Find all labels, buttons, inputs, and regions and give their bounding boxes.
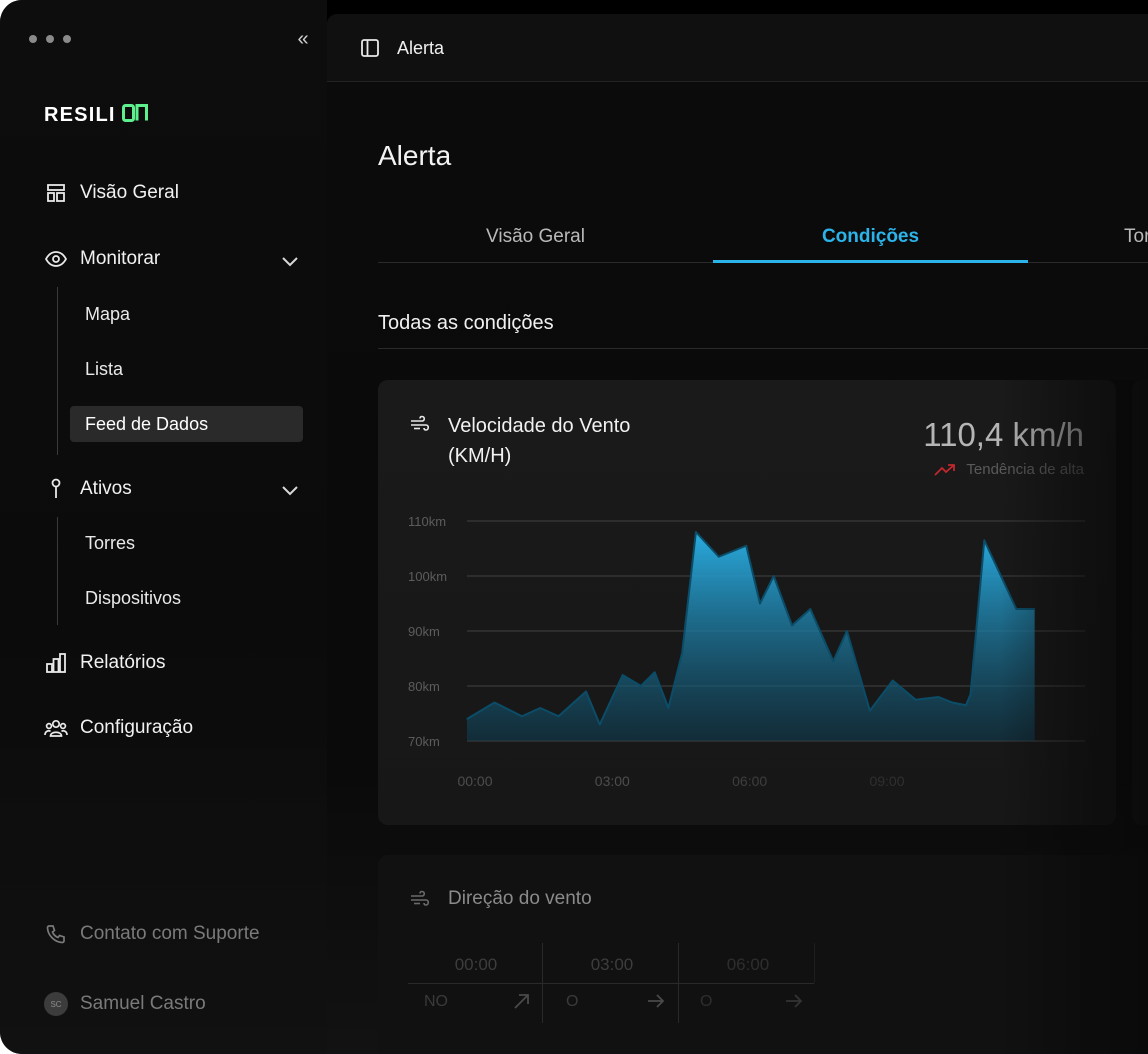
data-point (892, 679, 894, 682)
data-point (759, 602, 761, 605)
adjacent-card-edge (1132, 380, 1148, 825)
direction-table: 00:00 NO 03:00 O 06:00 O (408, 943, 816, 1023)
data-point (869, 710, 871, 712)
data-point (1015, 608, 1017, 610)
direction-column: 03:00 O (544, 943, 680, 1023)
data-point (846, 630, 848, 632)
data-point (809, 608, 811, 610)
data-point (791, 624, 793, 627)
data-point (599, 723, 601, 726)
direction-time: 03:00 (590, 955, 634, 974)
data-point (466, 718, 468, 720)
data-point (951, 701, 953, 704)
x-tick-label: 03:00 (595, 773, 630, 789)
data-point (585, 690, 587, 693)
direction-column: 00:00 NO (408, 943, 544, 1023)
east-arrow-icon (648, 994, 665, 1008)
data-point (493, 701, 496, 704)
data-point (773, 575, 775, 577)
data-point (969, 693, 972, 695)
data-point (745, 545, 747, 547)
direction-value: O (700, 993, 713, 1010)
y-tick-label: 80km (408, 679, 440, 694)
data-point (640, 685, 642, 687)
data-point (667, 707, 670, 709)
data-point (557, 715, 560, 717)
data-point (718, 556, 720, 558)
y-tick-label: 100km (408, 569, 447, 584)
data-point (521, 715, 523, 717)
x-tick-label: 06:00 (732, 773, 767, 789)
east-arrow-icon (786, 994, 803, 1008)
direction-card-title: Direção do vento (448, 888, 592, 909)
data-point (539, 707, 541, 709)
y-tick-label: 110km (408, 514, 446, 529)
direction-column: 06:00 O (680, 943, 816, 1023)
x-tick-label: 09:00 (869, 773, 904, 789)
data-point (983, 539, 985, 541)
direction-value: NO (424, 993, 448, 1010)
data-point (1034, 608, 1036, 610)
wind-icon (411, 890, 430, 906)
direction-time: 00:00 (454, 955, 498, 974)
y-tick-label: 90km (408, 624, 440, 639)
direction-time: 06:00 (726, 955, 770, 974)
north-east-arrow-icon (514, 994, 529, 1009)
y-tick-label: 70km (408, 734, 440, 749)
data-point (654, 671, 656, 673)
data-point (832, 660, 834, 662)
app-window: « RESILI Visão Geral Monitorar Mapa List… (0, 0, 1148, 1054)
data-point (681, 652, 683, 654)
x-tick-label: 00:00 (457, 773, 492, 789)
direction-value: O (566, 993, 579, 1010)
data-point (965, 704, 967, 706)
data-point (937, 696, 940, 698)
data-point (622, 674, 624, 676)
data-point (915, 699, 917, 701)
data-point (695, 531, 697, 533)
